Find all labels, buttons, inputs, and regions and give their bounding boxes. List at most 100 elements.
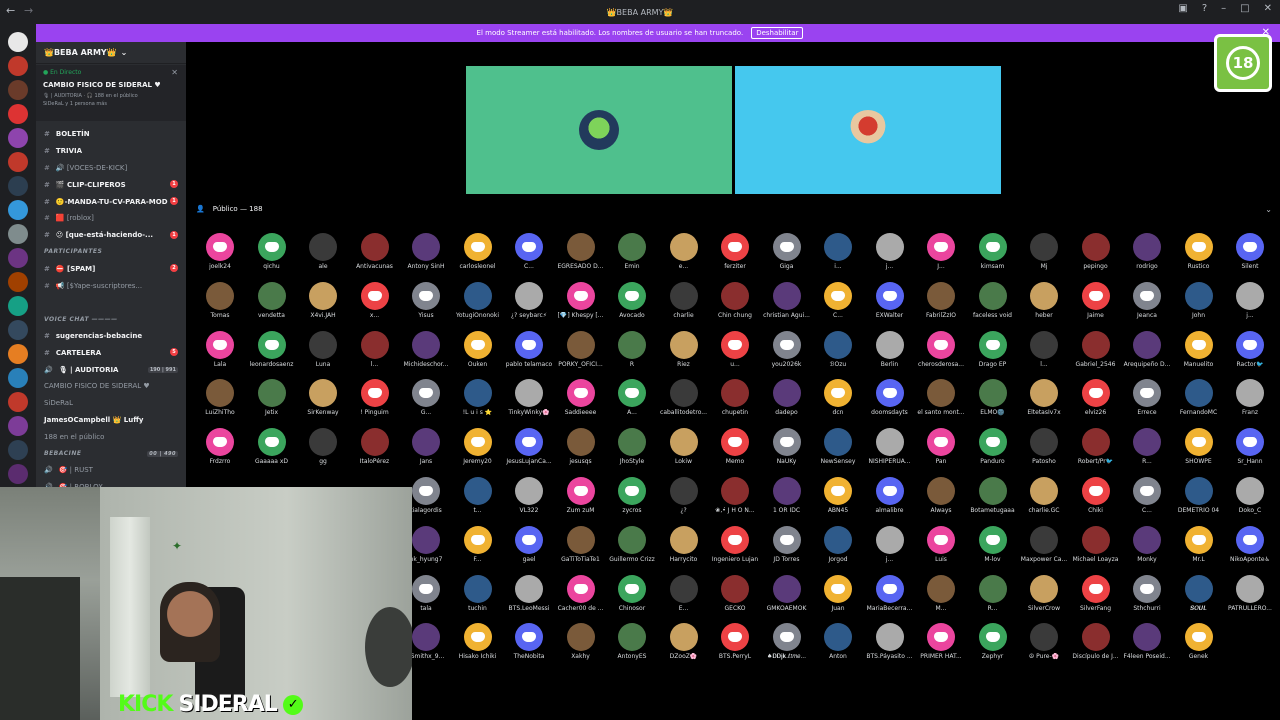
audience-member[interactable]: Franz bbox=[1224, 379, 1276, 427]
audience-member[interactable]: MariaBecerra... bbox=[864, 574, 916, 623]
audience-member[interactable]: pablo telamaco bbox=[503, 330, 555, 379]
audience-member[interactable]: Lala bbox=[194, 330, 246, 379]
audience-member[interactable]: !L u i s ⭐ bbox=[452, 379, 504, 427]
channel-item[interactable]: # CARTELERA 5 bbox=[36, 344, 186, 361]
channel-category[interactable]: VOICE CHAT ———— bbox=[36, 311, 186, 328]
channel-item[interactable]: # ⛔ [SPAM] 2 bbox=[36, 260, 186, 277]
audience-member[interactable]: carlosleonel bbox=[452, 233, 504, 281]
audience-member[interactable]: DZooZ🌸 bbox=[658, 623, 710, 671]
audience-member[interactable]: TinkyWinky🌸 bbox=[503, 379, 555, 427]
audience-member[interactable]: Sthchurri bbox=[1121, 574, 1173, 623]
audience-member[interactable]: G... bbox=[400, 379, 452, 427]
audience-member[interactable]: el santo mont... bbox=[915, 379, 967, 427]
audience-member[interactable]: vendetta bbox=[246, 281, 298, 330]
audience-member[interactable]: SirKenway bbox=[297, 379, 349, 427]
channel-item[interactable]: SiDeRaL bbox=[36, 395, 186, 412]
disable-button[interactable]: Deshabilitar bbox=[751, 27, 804, 39]
server-icon[interactable] bbox=[8, 152, 28, 172]
audience-member[interactable]: 1 OR IDC bbox=[761, 477, 813, 525]
audience-member[interactable]: YotugiOnonoki bbox=[452, 281, 504, 330]
audience-member[interactable]: Saddieeee bbox=[555, 379, 607, 427]
server-icon[interactable] bbox=[8, 32, 28, 52]
audience-member[interactable]: qichu bbox=[246, 233, 298, 281]
audience-member[interactable]: Patosho bbox=[1018, 428, 1070, 476]
audience-member[interactable]: you2026k bbox=[761, 330, 813, 379]
channel-item[interactable]: # 😕 [que-está-haciendo-... 1 bbox=[36, 227, 186, 244]
channel-item[interactable]: # sugerencias-bebacine bbox=[36, 328, 186, 345]
audience-member[interactable]: Doko_C bbox=[1224, 477, 1276, 525]
audience-member[interactable]: Maxpower Ca... bbox=[1018, 525, 1070, 574]
server-icon[interactable] bbox=[8, 56, 28, 76]
audience-member[interactable]: Pan bbox=[915, 428, 967, 476]
audience-member[interactable]: JhoStyle bbox=[606, 428, 658, 476]
audience-member[interactable]: Jorgod bbox=[812, 525, 864, 574]
audience-member[interactable]: PORKY_OFICI... bbox=[555, 330, 607, 379]
audience-member[interactable]: jesusqs bbox=[555, 428, 607, 476]
back-icon[interactable]: ← bbox=[6, 4, 15, 17]
audience-member[interactable]: ale bbox=[297, 233, 349, 281]
forward-icon[interactable]: → bbox=[24, 4, 33, 17]
audience-member[interactable]: christian Agui... bbox=[761, 281, 813, 330]
server-icon[interactable] bbox=[8, 176, 28, 196]
audience-member[interactable]: Monky bbox=[1121, 525, 1173, 574]
audience-member[interactable]: Silent bbox=[1224, 233, 1276, 281]
audience-member[interactable]: Gaaaaa xD bbox=[246, 428, 298, 476]
audience-member[interactable]: F... bbox=[452, 525, 504, 574]
audience-member[interactable]: Mj bbox=[1018, 233, 1070, 281]
audience-member[interactable]: x... bbox=[349, 281, 401, 330]
audience-member[interactable]: t... bbox=[452, 477, 504, 525]
audience-member[interactable]: JesusLujanCa... bbox=[503, 428, 555, 476]
audience-member[interactable]: Jaime bbox=[1070, 281, 1122, 330]
speaker-tile[interactable] bbox=[735, 66, 1001, 194]
audience-member[interactable]: Frdzrro bbox=[194, 428, 246, 476]
channel-item[interactable]: # BOLETÍN bbox=[36, 126, 186, 143]
audience-member[interactable]: charlie bbox=[658, 281, 710, 330]
audience-member[interactable]: doomsdayts bbox=[864, 379, 916, 427]
audience-member[interactable]: Genek bbox=[1173, 623, 1225, 671]
channel-item[interactable]: 🔊 🎙 | AUDITORIA 190 | 991 bbox=[36, 361, 186, 378]
audience-member[interactable]: NewSensey bbox=[812, 428, 864, 476]
audience-member[interactable]: M... bbox=[915, 574, 967, 623]
audience-member[interactable]: gg bbox=[297, 428, 349, 476]
channel-item[interactable]: 🔊 🎯 | RUST bbox=[36, 462, 186, 479]
channel-item[interactable]: # 🔊 [VOCES-DE-KICK] bbox=[36, 160, 186, 177]
audience-member[interactable]: dcn bbox=[812, 379, 864, 427]
audience-member[interactable]: BTS.LeoMessi bbox=[503, 574, 555, 623]
audience-member[interactable]: M-lov bbox=[967, 525, 1019, 574]
window-control-icon[interactable]: □ bbox=[1240, 3, 1249, 14]
audience-member[interactable]: j... bbox=[1224, 281, 1276, 330]
audience-member[interactable]: ! Pinguim bbox=[349, 379, 401, 427]
audience-member[interactable]: NISHIPERUA... bbox=[864, 428, 916, 476]
audience-member[interactable]: EXWalter bbox=[864, 281, 916, 330]
audience-member[interactable]: ELMO🌚 bbox=[967, 379, 1019, 427]
audience-member[interactable]: heber bbox=[1018, 281, 1070, 330]
audience-member[interactable]: C... bbox=[812, 281, 864, 330]
audience-member[interactable]: l... bbox=[1018, 330, 1070, 379]
audience-member[interactable]: BTS.Páyasito ... bbox=[864, 623, 916, 671]
audience-member[interactable]: Gabriel_2546 bbox=[1070, 330, 1122, 379]
audience-member[interactable]: Discípulo de J... bbox=[1070, 623, 1122, 671]
audience-member[interactable]: cherosderosa... bbox=[915, 330, 967, 379]
audience-member[interactable]: X4vi.JAH bbox=[297, 281, 349, 330]
window-control-icon[interactable]: ? bbox=[1202, 3, 1207, 14]
channel-item[interactable]: 🔊🎯 | ROBLOX bbox=[36, 479, 186, 487]
audience-member[interactable]: Always bbox=[915, 477, 967, 525]
audience-member[interactable]: elviz26 bbox=[1070, 379, 1122, 427]
audience-member[interactable]: Mr.L bbox=[1173, 525, 1225, 574]
audience-member[interactable]: caballitodetro... bbox=[658, 379, 710, 427]
audience-member[interactable]: Emin bbox=[606, 233, 658, 281]
channel-category[interactable]: PARTICIPANTES bbox=[36, 244, 186, 261]
audience-member[interactable]: Robert/Pr🐦 bbox=[1070, 428, 1122, 476]
audience-member[interactable]: SilverFang bbox=[1070, 574, 1122, 623]
audience-member[interactable]: Arequipeño D... bbox=[1121, 330, 1173, 379]
audience-member[interactable]: Juan bbox=[812, 574, 864, 623]
audience-member[interactable]: NaUKy bbox=[761, 428, 813, 476]
server-icon[interactable] bbox=[8, 440, 28, 460]
audience-member[interactable]: SilverCrow bbox=[1018, 574, 1070, 623]
server-icon[interactable] bbox=[8, 416, 28, 436]
audience-member[interactable]: Tomas bbox=[194, 281, 246, 330]
audience-member[interactable]: Drago EP bbox=[967, 330, 1019, 379]
audience-member[interactable]: j... bbox=[864, 525, 916, 574]
audience-member[interactable]: John bbox=[1173, 281, 1225, 330]
channel-item[interactable]: # 🙂-MANDA-TU-CV-PARA-MOD 1 bbox=[36, 193, 186, 210]
